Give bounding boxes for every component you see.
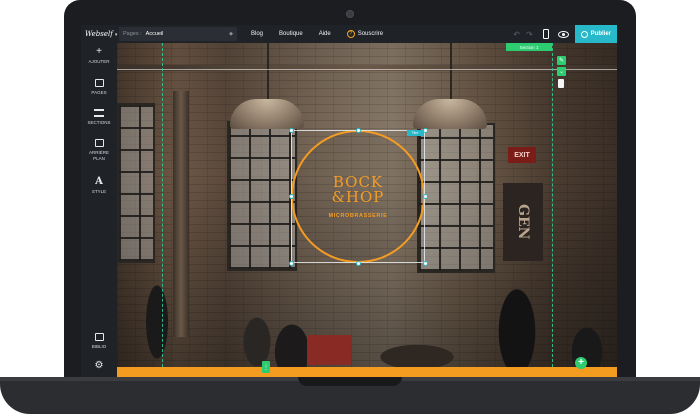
chevron-down-icon[interactable]: ⌄ [557, 67, 566, 76]
sidebar-item-background[interactable]: ARRIÈRE PLAN [81, 139, 117, 161]
layout-guide [162, 43, 163, 367]
add-section-button[interactable]: + [575, 357, 587, 369]
sidebar-item-pages[interactable]: PAGES [81, 79, 117, 96]
question-icon: ? [346, 30, 355, 38]
sidebar-item-library[interactable]: BIBLIO [81, 333, 117, 350]
style-icon: A [95, 176, 103, 187]
resize-handle[interactable] [423, 261, 428, 266]
plus-icon: + [96, 46, 102, 57]
pages-value: Accueil [145, 31, 164, 37]
drag-handle-icon[interactable]: ⋮ [262, 361, 270, 373]
pages-dropdown[interactable]: Pages : Accueil ◆ [119, 27, 237, 41]
sidebar-item-label: STYLE [91, 189, 107, 194]
lamp-cord [450, 43, 452, 101]
sections-icon [94, 109, 104, 117]
resize-handle[interactable] [289, 128, 294, 133]
red-table [307, 335, 351, 365]
sidebar-item-label: AJOUTER [88, 59, 110, 64]
undo-redo: ↶ ↷ [513, 30, 532, 39]
sidebar-item-label: SECTIONS [87, 120, 111, 125]
selection-box [291, 130, 425, 263]
lamp-cord [267, 43, 269, 101]
gear-icon: ⚙ [94, 360, 104, 371]
pendant-lamp [413, 99, 487, 129]
nav-boutique[interactable]: Boutique [279, 31, 303, 37]
app-logo[interactable]: Webself ▾ [81, 30, 117, 38]
chevron-down-icon: ◆ [229, 31, 233, 37]
top-nav: Blog Boutique Aide [251, 31, 331, 37]
publish-label: Publier [590, 31, 611, 37]
resize-handle[interactable] [356, 128, 361, 133]
publish-button[interactable]: Publier [574, 25, 617, 43]
section-boundary-line [117, 69, 617, 70]
sidebar-item-sections[interactable]: SECTIONS [81, 109, 117, 126]
resize-handle[interactable] [289, 261, 294, 266]
next-section-strip[interactable] [117, 367, 617, 377]
resize-handle[interactable] [289, 194, 294, 199]
library-icon [94, 333, 104, 341]
section-tag[interactable]: Section 1 [506, 43, 552, 51]
element-type-tag: Titre [407, 130, 423, 136]
sidebar-item-label: PAGES [91, 90, 107, 95]
layout-guide [552, 43, 553, 367]
webcam [346, 10, 354, 18]
edit-icon[interactable]: ✎ [557, 56, 566, 65]
globe-icon [580, 30, 588, 38]
subscribe-label: Souscrire [357, 31, 384, 37]
nav-aide[interactable]: Aide [319, 31, 331, 37]
mobile-preview-icon[interactable] [542, 29, 549, 39]
chevron-down-icon: ▾ [114, 32, 118, 38]
pages-label: Pages : [123, 31, 142, 37]
sidebar-item-label: BIBLIO [91, 344, 107, 349]
ceiling-pipe [117, 65, 617, 71]
laptop-notch [298, 377, 402, 386]
top-bar: Webself ▾ Pages : Accueil ◆ Blog Boutique… [81, 25, 617, 43]
undo-icon[interactable]: ↶ [513, 30, 520, 39]
exit-sign: EXIT [508, 147, 536, 163]
sidebar-item-add[interactable]: + AJOUTER [81, 47, 117, 65]
left-sidebar: + AJOUTER PAGES SECTIONS ARRIÈRE PLAN A … [81, 43, 117, 377]
pages-icon [94, 79, 104, 87]
site-canvas[interactable]: EXIT GEN Section 1 ✎ ⌄ BOCK &HOP MICROBR… [117, 43, 617, 377]
preview-eye-icon[interactable] [557, 30, 569, 38]
app-logo-text: Webself [85, 30, 113, 38]
sidebar-item-label: ARRIÈRE PLAN [88, 150, 109, 161]
sidebar-item-style[interactable]: A STYLE [81, 177, 117, 195]
sidebar-item-settings[interactable]: ⚙ [81, 361, 117, 373]
background-icon [94, 139, 104, 147]
copy-icon[interactable] [558, 79, 564, 88]
screen: Webself ▾ Pages : Accueil ◆ Blog Boutique… [81, 25, 617, 377]
resize-handle[interactable] [423, 128, 428, 133]
resize-handle[interactable] [423, 194, 428, 199]
subscribe-button[interactable]: ? Souscrire [346, 30, 384, 38]
redo-icon[interactable]: ↷ [526, 30, 533, 39]
pendant-lamp [230, 99, 304, 129]
nav-blog[interactable]: Blog [251, 31, 263, 37]
resize-handle[interactable] [356, 261, 361, 266]
